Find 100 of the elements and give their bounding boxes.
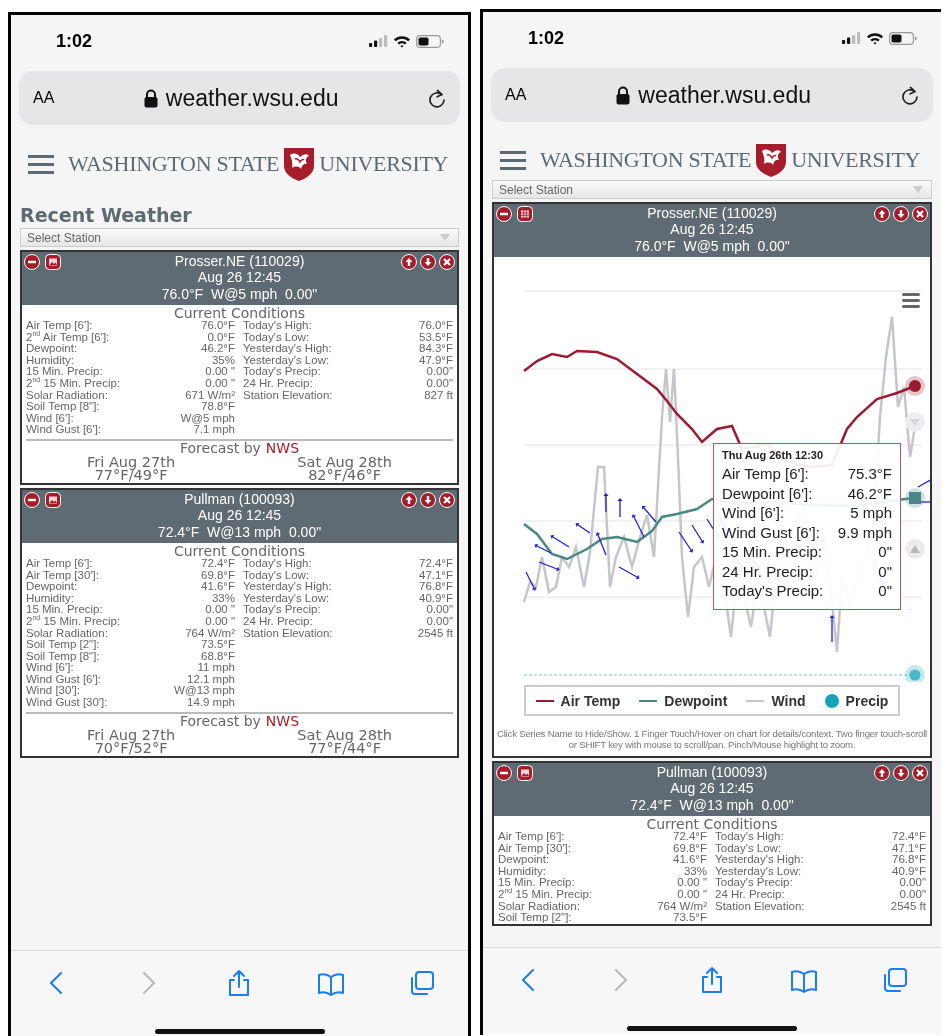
menu-icon[interactable] bbox=[902, 293, 920, 308]
condition-value: 0.00 " bbox=[204, 604, 235, 616]
menu-icon[interactable] bbox=[28, 154, 54, 174]
forecast-temps: 77°F/49°F bbox=[94, 468, 168, 482]
station-name: Pullman (100093) bbox=[656, 764, 768, 780]
minimize-icon[interactable] bbox=[496, 206, 512, 222]
lock-icon bbox=[143, 88, 158, 108]
triangle-up-icon bbox=[905, 539, 925, 559]
condition-label: Wind Gust [30']: bbox=[26, 697, 109, 709]
logo-text[interactable]: UNIVERSITY bbox=[791, 147, 921, 173]
minimize-icon[interactable] bbox=[496, 765, 512, 781]
battery-icon bbox=[889, 31, 917, 45]
condition-label: 24 Hr. Precip: bbox=[243, 377, 313, 390]
condition-value: 76.0°F bbox=[419, 320, 453, 332]
condition-label: Today's High: bbox=[715, 831, 785, 843]
reload-icon[interactable] bbox=[901, 85, 919, 105]
station-name: Prosser.NE (110029) bbox=[174, 253, 305, 269]
signal-icon bbox=[369, 35, 388, 47]
legend-label[interactable]: Dewpoint bbox=[664, 692, 728, 709]
condition-label: 2$^{nd}$ 15 Min. Precip: bbox=[26, 615, 121, 628]
forecast-label: Forecast by bbox=[179, 440, 261, 456]
minimize-icon[interactable] bbox=[24, 491, 40, 508]
condition-label: Yesterday's High: bbox=[243, 581, 333, 593]
tabs-icon[interactable] bbox=[408, 969, 437, 997]
condition-value: 11 mph bbox=[196, 662, 235, 674]
forecast-source-link[interactable]: NWS bbox=[265, 713, 300, 729]
condition-value: 2545 ft bbox=[890, 900, 926, 913]
arrow-up-icon[interactable] bbox=[401, 254, 417, 270]
condition-label: 24 Hr. Precip: bbox=[715, 888, 785, 901]
close-icon[interactable] bbox=[912, 206, 928, 222]
station-select[interactable]: Select Station bbox=[492, 180, 932, 199]
station-name: Prosser.NE (110029) bbox=[647, 205, 777, 221]
condition-value: 72.4°F bbox=[418, 557, 453, 570]
station-select[interactable]: Select Station bbox=[20, 228, 459, 247]
arrow-up-icon[interactable] bbox=[401, 491, 417, 508]
station-datetime: Aug 26 12:45 bbox=[197, 269, 282, 285]
station-summary: 72.4°F W@13 mph 0.00" bbox=[630, 796, 794, 814]
conditions-title: Current Conditions bbox=[172, 543, 307, 558]
table-icon[interactable] bbox=[517, 206, 533, 222]
condition-value: 41.6°F bbox=[672, 854, 707, 866]
dewpoint-marker-icon bbox=[905, 488, 925, 508]
tooltip-value: 5 mph bbox=[849, 503, 892, 523]
image-icon[interactable] bbox=[517, 765, 533, 781]
condition-value: W@13 mph bbox=[174, 685, 235, 698]
condition-label: 2$^{nd}$ 15 Min. Precip: bbox=[498, 888, 593, 901]
image-icon[interactable] bbox=[45, 491, 61, 508]
logo-text[interactable]: WASHINGTON STATE bbox=[540, 147, 752, 173]
close-icon[interactable] bbox=[439, 254, 455, 270]
logo-text[interactable]: UNIVERSITY bbox=[319, 151, 449, 177]
station-name: Pullman (100093) bbox=[184, 490, 295, 507]
condition-label: Today's Low: bbox=[243, 569, 310, 581]
url-text: weather.wsu.edu bbox=[638, 81, 811, 109]
arrow-down-icon[interactable] bbox=[420, 254, 436, 270]
arrow-down-icon[interactable] bbox=[893, 765, 909, 781]
legend-label[interactable]: Precip bbox=[845, 692, 889, 709]
condition-label: Station Elevation: bbox=[243, 627, 333, 640]
condition-label: Soil Temp [2"]: bbox=[498, 912, 573, 924]
close-icon[interactable] bbox=[912, 765, 928, 781]
logo-text[interactable]: WASHINGTON STATE bbox=[68, 151, 280, 177]
legend-label[interactable]: Wind bbox=[771, 692, 806, 709]
condition-value: 78.8°F bbox=[200, 401, 235, 413]
legend-label[interactable]: Air Temp bbox=[560, 692, 621, 709]
condition-label: Humidity: bbox=[498, 865, 546, 878]
tooltip-title: Thu Aug 26th 12:30 bbox=[722, 449, 825, 461]
image-icon[interactable] bbox=[45, 254, 61, 270]
condition-value: 76.0°F bbox=[200, 320, 235, 332]
menu-icon[interactable] bbox=[500, 150, 526, 170]
condition-value: 7.1 mph bbox=[193, 424, 235, 436]
arrow-down-icon[interactable] bbox=[893, 206, 909, 222]
condition-value: 72.4°F bbox=[891, 831, 926, 843]
condition-value: 35% bbox=[210, 354, 235, 367]
text-size-button[interactable]: AA bbox=[33, 89, 55, 107]
conditions-title: Current Conditions bbox=[172, 306, 307, 320]
chart-help-text: Click Series Name to Hide/Show. 1 Finger Touch/Hover on chart for details/context. Two finger touch-scroll or SHIFT key with mouse to scroll/pan. Pinch/Mouse highlight to zoom. bbox=[495, 728, 929, 750]
forecast-source-link[interactable]: NWS bbox=[265, 440, 300, 456]
condition-value: 47.9°F bbox=[419, 354, 453, 367]
condition-value: 0.00 " bbox=[204, 366, 235, 378]
close-icon[interactable] bbox=[439, 491, 455, 508]
address-bar[interactable]: AA weather.wsu.edu bbox=[19, 71, 460, 125]
text-size-button[interactable]: AA bbox=[505, 86, 527, 104]
minimize-icon[interactable] bbox=[24, 254, 40, 270]
condition-label: Today's Low: bbox=[715, 842, 782, 854]
signal-icon bbox=[842, 32, 861, 44]
condition-label: Humidity: bbox=[26, 592, 74, 605]
condition-label: Wind [6']: bbox=[26, 412, 74, 425]
arrow-down-icon[interactable] bbox=[420, 491, 436, 508]
arrow-up-icon[interactable] bbox=[874, 765, 890, 781]
tabs-icon[interactable] bbox=[881, 966, 910, 994]
page-title: Recent Weather bbox=[20, 204, 193, 226]
forecast-label: Forecast by bbox=[179, 713, 261, 729]
condition-value: 14.9 mph bbox=[186, 697, 235, 709]
condition-value: 33% bbox=[682, 865, 707, 878]
reload-icon[interactable] bbox=[428, 88, 446, 108]
condition-label: Station Elevation: bbox=[243, 389, 333, 402]
tooltip-label: Air Temp [6']: bbox=[722, 464, 810, 484]
condition-label: Solar Radiation: bbox=[498, 900, 580, 913]
arrow-up-icon[interactable] bbox=[874, 206, 890, 222]
condition-label: Today's High: bbox=[243, 320, 313, 332]
address-bar[interactable]: AA weather.wsu.edu bbox=[491, 68, 933, 122]
tooltip-label: 15 Min. Precip: bbox=[722, 542, 824, 562]
